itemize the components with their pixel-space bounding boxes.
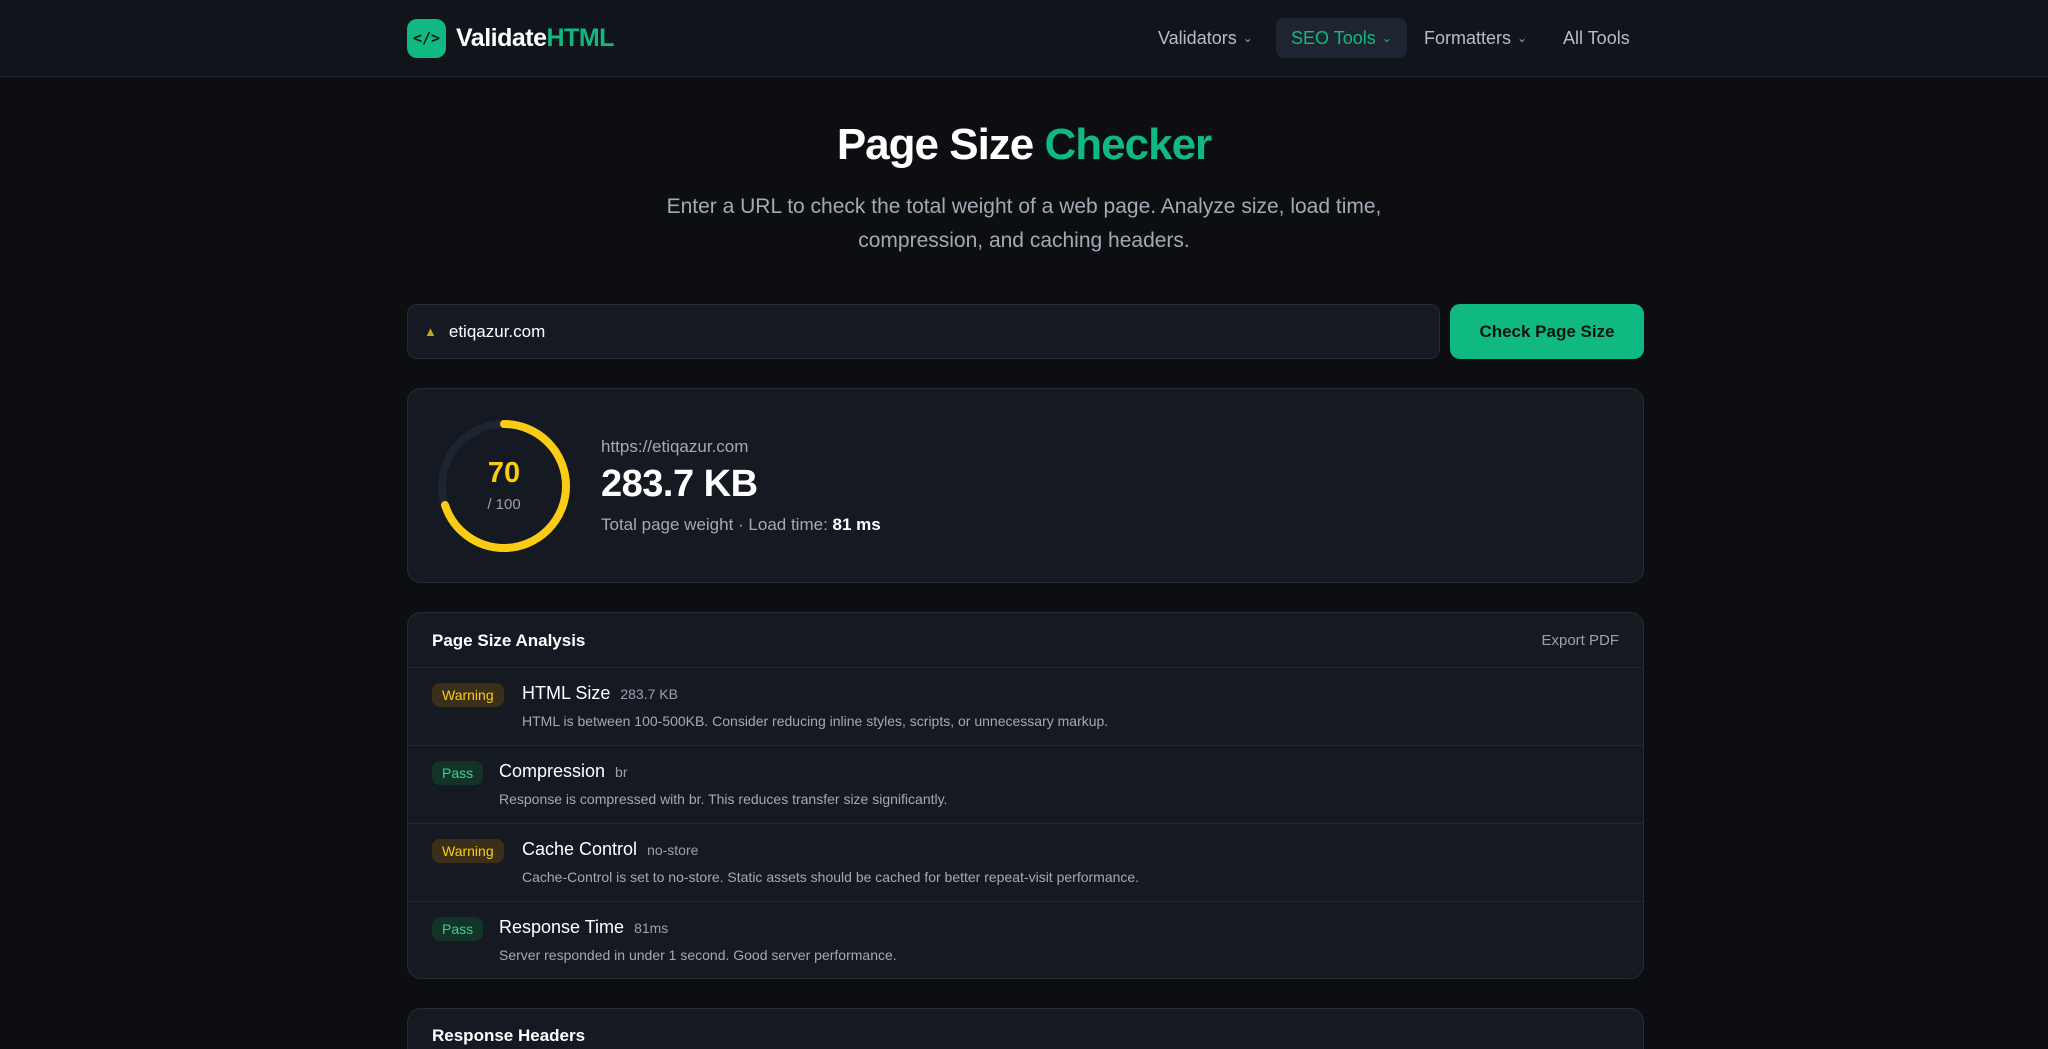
analysis-row-compression: Pass Compression br Response is compress… — [408, 746, 1643, 824]
nav-validators-label: Validators — [1158, 27, 1237, 48]
row-title: Compression — [499, 761, 606, 781]
top-navbar: </> ValidateHTML Validators ⌄ SEO Tools … — [0, 0, 2048, 77]
brand-logo-link[interactable]: </> ValidateHTML — [407, 18, 614, 58]
chevron-down-icon: ⌄ — [1517, 31, 1528, 45]
row-heading: Response Time 81ms — [499, 917, 668, 938]
row-value: 283.7 KB — [620, 686, 678, 702]
row-title: Cache Control — [522, 839, 638, 859]
status-badge: Warning — [432, 683, 504, 707]
row-value: br — [615, 764, 628, 780]
chevron-down-icon: ⌄ — [1242, 31, 1253, 45]
response-headers-card: Response Headers — [407, 1008, 1644, 1049]
score-value: 70 — [487, 457, 521, 489]
analysis-row-html-size: Warning HTML Size 283.7 KB HTML is betwe… — [408, 668, 1643, 746]
analysis-title: Page Size Analysis — [432, 631, 586, 650]
nav-validators-menu[interactable]: Validators ⌄ — [1143, 18, 1268, 58]
export-pdf-link[interactable]: Export PDF — [1541, 632, 1619, 649]
nav-all-tools-label: All Tools — [1563, 27, 1630, 48]
result-meta: Total page weight · Load time: 81 ms — [601, 515, 881, 535]
code-brackets-icon: </> — [407, 18, 446, 58]
check-page-size-button[interactable]: Check Page Size — [1450, 304, 1644, 359]
nav-formatters-menu[interactable]: Formatters ⌄ — [1409, 18, 1542, 58]
row-title: HTML Size — [522, 683, 611, 703]
page-title: Page Size Checker — [0, 120, 2048, 170]
brand-name: ValidateHTML — [456, 24, 614, 53]
row-value: no-store — [647, 842, 699, 858]
site-favicon-icon: ▲ — [424, 324, 437, 339]
load-time-value: 81 ms — [832, 515, 881, 534]
url-input[interactable] — [448, 321, 1349, 342]
row-heading: HTML Size 283.7 KB — [522, 683, 678, 704]
analysis-header: Page Size Analysis Export PDF — [408, 613, 1643, 668]
nav-formatters-label: Formatters — [1424, 27, 1512, 48]
score-card: 70 / 100 https://etiqazur.com 283.7 KB T… — [407, 388, 1644, 583]
row-description: Server responded in under 1 second. Good… — [499, 947, 897, 963]
analysis-row-cache-control: Warning Cache Control no-store Cache-Con… — [408, 824, 1643, 902]
page-title-part1: Page Size — [836, 120, 1034, 169]
nav-all-tools-link[interactable]: All Tools — [1548, 18, 1645, 58]
row-description: Response is compressed with br. This red… — [499, 791, 948, 807]
page-title-part2: Checker — [1044, 120, 1213, 169]
row-title: Response Time — [499, 917, 625, 937]
status-badge: Pass — [432, 761, 484, 785]
row-value: 81ms — [634, 920, 669, 936]
analysis-card: Page Size Analysis Export PDF Warning HT… — [407, 612, 1644, 979]
url-input-container[interactable]: ▲ — [407, 304, 1440, 359]
status-badge: Warning — [432, 839, 504, 863]
score-max: / 100 — [487, 496, 521, 513]
row-heading: Compression br — [499, 761, 628, 782]
analysis-row-response-time: Pass Response Time 81ms Server responded… — [408, 902, 1643, 978]
status-badge: Pass — [432, 917, 484, 941]
total-page-size: 283.7 KB — [601, 463, 758, 505]
row-description: Cache-Control is set to no-store. Static… — [522, 869, 1140, 885]
row-description: HTML is between 100-500KB. Consider redu… — [522, 713, 1109, 729]
result-url: https://etiqazur.com — [601, 437, 749, 456]
brand-name-part1: Validate — [456, 23, 547, 52]
nav-seo-tools-label: SEO Tools — [1291, 27, 1376, 48]
chevron-down-icon: ⌄ — [1381, 31, 1392, 45]
result-meta-label: Total page weight · Load time: — [601, 515, 828, 534]
brand-name-part2: HTML — [546, 23, 615, 52]
response-headers-title: Response Headers — [432, 1026, 586, 1045]
nav-seo-tools-menu[interactable]: SEO Tools ⌄ — [1276, 18, 1407, 58]
row-heading: Cache Control no-store — [522, 839, 698, 860]
page-subtitle: Enter a URL to check the total weight of… — [666, 195, 1382, 252]
